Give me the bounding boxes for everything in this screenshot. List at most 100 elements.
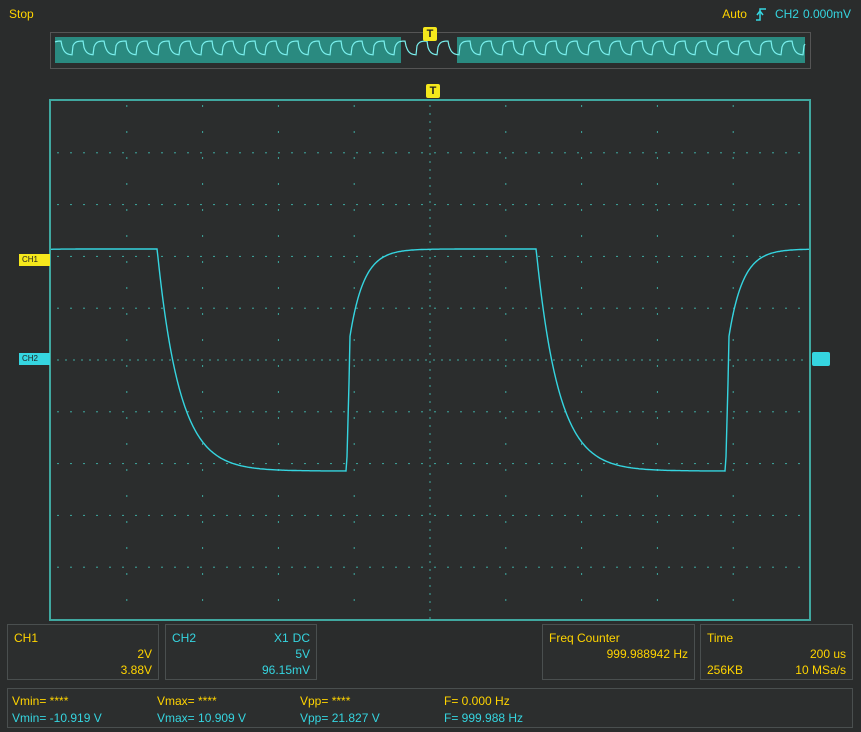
grid-dot — [729, 359, 731, 361]
grid-dot — [277, 287, 279, 289]
grid-dot — [382, 204, 384, 206]
grid-dot — [425, 359, 427, 361]
ch2-marker[interactable]: CH2 — [19, 353, 50, 365]
grid-dot — [798, 411, 800, 413]
grid-dot — [57, 307, 59, 309]
grid-dot — [732, 547, 734, 549]
grid-dot — [304, 514, 306, 516]
trigger-info[interactable]: Auto CH2 0.000mV — [722, 7, 851, 21]
grid-dot — [772, 152, 774, 154]
grid-dot — [732, 261, 734, 263]
grid-dot — [202, 547, 204, 549]
grid-dot — [122, 463, 124, 465]
grid-dot — [429, 393, 431, 395]
grid-dot — [429, 537, 431, 539]
grid-dot — [252, 514, 254, 516]
grid-dot — [353, 131, 355, 133]
grid-dot — [408, 566, 410, 568]
grid-dot — [499, 566, 501, 568]
grid-dot — [505, 417, 507, 419]
grid-dot — [353, 157, 355, 159]
grid-dot — [525, 566, 527, 568]
time-panel[interactable]: Time 200 us 256KB 10 MSa/s — [700, 624, 853, 680]
grid-dot — [369, 255, 371, 257]
grid-dot — [505, 313, 507, 315]
grid-dot — [353, 287, 355, 289]
grid-dot — [668, 307, 670, 309]
grid-dot — [642, 204, 644, 206]
grid-dot — [590, 204, 592, 206]
grid-dot — [109, 411, 111, 413]
grid-dot — [581, 495, 583, 497]
grid-dot — [733, 204, 735, 206]
ch1-offset: 3.88V — [120, 663, 152, 677]
grid-dot — [732, 287, 734, 289]
grid-dot — [603, 411, 605, 413]
grid-dot — [265, 514, 267, 516]
grid-dot — [581, 131, 583, 133]
grid-dot — [429, 105, 431, 107]
grid-dot — [429, 129, 431, 131]
grid-dot — [656, 547, 658, 549]
grid-dot — [525, 204, 527, 206]
grid-dot — [252, 566, 254, 568]
grid-dot — [265, 359, 267, 361]
grid-dot — [732, 443, 734, 445]
grid-dot — [694, 152, 696, 154]
grid-dot — [473, 514, 475, 516]
grid-dot — [277, 365, 279, 367]
grid-dot — [603, 204, 605, 206]
grid-dot — [239, 463, 241, 465]
grid-dot — [499, 514, 501, 516]
grid-dot — [732, 183, 734, 185]
grid-dot — [429, 321, 431, 323]
trigger-position-marker[interactable]: T — [426, 84, 440, 98]
grid-dot — [317, 566, 319, 568]
grid-dot — [57, 152, 59, 154]
grid-dot — [772, 307, 774, 309]
grid-dot — [642, 411, 644, 413]
grid-dot — [429, 225, 431, 227]
grid-dot — [174, 307, 176, 309]
trigger-level-marker[interactable] — [812, 352, 830, 366]
grid-dot — [512, 152, 514, 154]
grid-dot — [65, 359, 67, 361]
grid-dot — [460, 307, 462, 309]
grid-dot — [109, 514, 111, 516]
grid-dot — [512, 255, 514, 257]
measurements-panel[interactable]: Vmin= **** Vmax= **** Vpp= **** F= 0.000… — [7, 688, 853, 728]
meas-f-ch2: F= 999.988 Hz — [444, 711, 524, 725]
ch1-panel[interactable]: CH1 2V 3.88V — [7, 624, 159, 680]
grid-dot — [109, 463, 111, 465]
grid-dot — [465, 359, 467, 361]
grid-dot — [330, 307, 332, 309]
grid-dot — [429, 281, 431, 283]
grid-dot — [447, 204, 449, 206]
grid-dot — [421, 307, 423, 309]
grid-dot — [291, 204, 293, 206]
grid-dot — [707, 204, 709, 206]
grid-dot — [161, 514, 163, 516]
grid-dot — [429, 601, 431, 603]
scope-grid[interactable] — [49, 99, 811, 621]
grid-dot — [408, 255, 410, 257]
grid-dot — [590, 566, 592, 568]
grid-dot — [277, 131, 279, 133]
grid-dot — [505, 365, 507, 367]
ch2-panel[interactable]: CH2 X1 DC 5V 96.15mV — [165, 624, 317, 680]
grid-dot — [733, 566, 735, 568]
grid-dot — [745, 359, 747, 361]
grid-dot — [57, 514, 59, 516]
grid-dot — [135, 566, 137, 568]
grid-dot — [538, 566, 540, 568]
trigger-mode[interactable]: Auto — [722, 7, 747, 21]
grid-dot — [122, 307, 124, 309]
freq-counter-panel[interactable]: Freq Counter 999.988942 Hz — [542, 624, 695, 680]
grid-dot — [720, 152, 722, 154]
grid-dot — [429, 313, 431, 315]
grid-dot — [177, 359, 179, 361]
grid-dot — [642, 255, 644, 257]
grid-dot — [733, 514, 735, 516]
grid-dot — [377, 359, 379, 361]
ch1-marker[interactable]: CH1 — [19, 254, 50, 266]
